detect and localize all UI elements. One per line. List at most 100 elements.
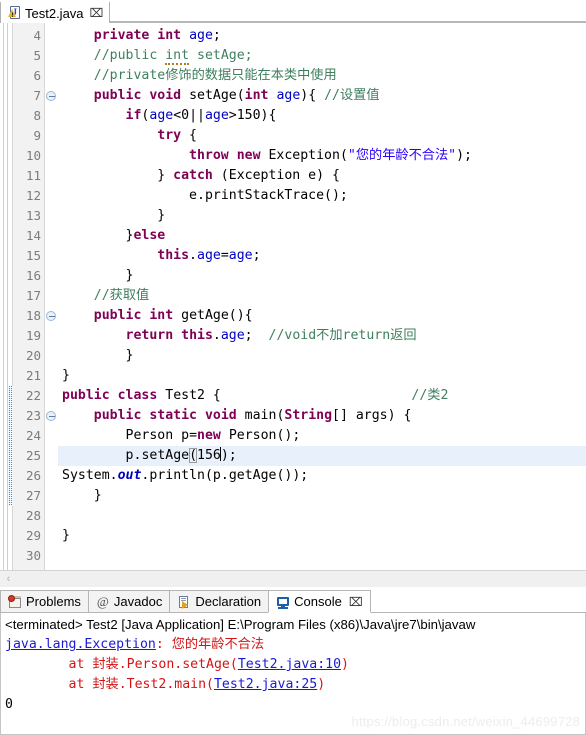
source-code-text[interactable]: private int age; //public int setAge; //… <box>58 23 586 570</box>
code-line[interactable]: //获取值 <box>58 286 586 306</box>
editor-tab-label: Test2.java <box>25 5 84 21</box>
console-error-line: java.lang.Exception: 您的年龄不合法 <box>5 635 585 655</box>
code-line[interactable]: //private修饰的数据只能在本类中使用 <box>58 66 586 86</box>
code-line[interactable]: public static void main(String[] args) { <box>58 406 586 426</box>
line-number: 15 <box>25 248 41 263</box>
view-tab-problems[interactable]: Problems <box>0 590 89 613</box>
stacktrace-link[interactable]: Test2.java:10 <box>238 657 341 672</box>
code-line[interactable]: e.printStackTrace(); <box>58 186 586 206</box>
line-number: 22 <box>25 388 41 403</box>
console-header-line: <terminated> Test2 [Java Application] E:… <box>5 617 476 632</box>
line-number: 17 <box>25 288 41 303</box>
code-line[interactable]: Person p=new Person(); <box>58 426 586 446</box>
line-number: 13 <box>25 208 41 223</box>
code-line[interactable]: p.setAge(156); <box>58 446 586 466</box>
code-line[interactable]: throw new Exception("您的年龄不合法"); <box>58 146 586 166</box>
line-number: 23 <box>25 408 41 423</box>
console-output[interactable]: <terminated> Test2 [Java Application] E:… <box>0 613 586 735</box>
fold-collapse-icon[interactable] <box>46 311 56 321</box>
code-line[interactable]: if(age<0||age>150){ <box>58 106 586 126</box>
line-number: 26 <box>25 468 41 483</box>
line-number: 28 <box>25 508 41 523</box>
code-line[interactable]: private int age; <box>58 26 586 46</box>
console-error-line: at 封装.Test2.main(Test2.java:25) <box>5 675 585 695</box>
console-stdout-line: 0 <box>5 695 585 715</box>
view-tab-declaration[interactable]: Declaration <box>169 590 270 613</box>
code-editor: 4 5 6 7 8 9 10 11 12 13 14 15 16 17 18 19 20 21 22 23 24 25 26… <box>0 23 586 587</box>
line-number: 4 <box>33 28 41 43</box>
line-number: 11 <box>25 168 41 183</box>
console-text: at 封装.Test2.main( <box>5 677 214 692</box>
code-line[interactable]: return this.age; //void不加return返回 <box>58 326 586 346</box>
console-text: ) <box>341 657 349 672</box>
editor-tab-strip: J ! Test2.java ⌧ <box>0 0 586 23</box>
declaration-icon <box>177 595 191 609</box>
code-area[interactable]: 4 5 6 7 8 9 10 11 12 13 14 15 16 17 18 19 20 21 22 23 24 25 26… <box>0 23 586 570</box>
console-error-line: at 封装.Person.setAge(Test2.java:10) <box>5 655 585 675</box>
view-tab-console[interactable]: Console ⌧ <box>268 590 371 613</box>
change-bar-indicator <box>8 386 13 506</box>
line-number: 5 <box>33 48 41 63</box>
code-line[interactable]: } catch (Exception e) { <box>58 166 586 186</box>
code-line[interactable]: } <box>58 266 586 286</box>
close-icon[interactable]: ⌧ <box>90 7 104 19</box>
editor-horizontal-scrollbar[interactable]: ‹ <box>0 570 586 587</box>
line-number: 6 <box>33 68 41 83</box>
bottom-view-panel: Problems @ Javadoc Declaration Console ⌧ <ter… <box>0 587 586 735</box>
console-text: ) <box>317 677 326 692</box>
annotation-ruler[interactable] <box>0 23 13 570</box>
code-line[interactable]: try { <box>58 126 586 146</box>
fold-collapse-icon[interactable] <box>46 91 56 101</box>
console-icon <box>276 595 290 609</box>
line-number: 29 <box>25 528 41 543</box>
line-number: 10 <box>25 148 41 163</box>
line-number: 16 <box>25 268 41 283</box>
eclipse-ide-window: J ! Test2.java ⌧ 4 5 6 7 8 9 10 11 12 13 14 15 16 17 1… <box>0 0 586 735</box>
problems-icon <box>8 594 22 609</box>
at-sign-icon: @ <box>96 593 109 609</box>
line-number: 8 <box>33 108 41 123</box>
code-line[interactable] <box>58 546 586 566</box>
code-line[interactable]: System.out.println(p.getAge()); <box>58 466 586 486</box>
code-line[interactable]: //public int setAge; <box>58 46 586 66</box>
line-number: 14 <box>25 228 41 243</box>
view-tab-label: Declaration <box>195 594 262 609</box>
view-tab-javadoc[interactable]: @ Javadoc <box>87 590 171 613</box>
stacktrace-link[interactable]: java.lang.Exception <box>5 637 156 652</box>
code-line[interactable]: } <box>58 366 586 386</box>
code-line[interactable]: public int getAge(){ <box>58 306 586 326</box>
java-file-warning-icon: J ! <box>8 6 21 20</box>
editor-tab-test2-java[interactable]: J ! Test2.java ⌧ <box>0 1 111 23</box>
console-text: : 您的年龄不合法 <box>155 637 265 652</box>
folding-ruler[interactable] <box>45 23 58 570</box>
line-number: 27 <box>25 488 41 503</box>
line-number: 7 <box>33 88 41 103</box>
line-number: 24 <box>25 428 41 443</box>
line-number-ruler: 4 5 6 7 8 9 10 11 12 13 14 15 16 17 18 19 20 21 22 23 24 25 26… <box>13 23 45 570</box>
code-line[interactable] <box>58 506 586 526</box>
scroll-left-arrow-icon[interactable]: ‹ <box>0 571 17 588</box>
code-line[interactable]: } <box>58 206 586 226</box>
view-tab-bar: Problems @ Javadoc Declaration Console ⌧ <box>0 588 586 613</box>
console-text: 0 <box>5 697 13 712</box>
line-number: 9 <box>33 128 41 143</box>
code-line[interactable]: } <box>58 486 586 506</box>
code-line[interactable]: public void setAge(int age){ //设置值 <box>58 86 586 106</box>
view-tab-label: Javadoc <box>113 594 163 609</box>
console-text: at 封装.Person.setAge( <box>5 657 238 672</box>
line-number: 20 <box>25 348 41 363</box>
fold-collapse-icon[interactable] <box>46 411 56 421</box>
code-line[interactable]: } <box>58 346 586 366</box>
code-line[interactable]: }else <box>58 226 586 246</box>
line-number: 19 <box>25 328 41 343</box>
line-number: 21 <box>25 368 41 383</box>
line-number: 25 <box>25 448 41 463</box>
stacktrace-link[interactable]: Test2.java:25 <box>214 677 317 692</box>
view-tab-label: Problems <box>26 594 81 609</box>
line-number: 18 <box>25 308 41 323</box>
code-line[interactable]: } <box>58 526 586 546</box>
code-line[interactable]: this.age=age; <box>58 246 586 266</box>
view-tab-label: Console <box>294 594 342 609</box>
close-icon[interactable]: ⌧ <box>349 595 363 609</box>
code-line[interactable]: public class Test2 { //类2 <box>58 386 586 406</box>
